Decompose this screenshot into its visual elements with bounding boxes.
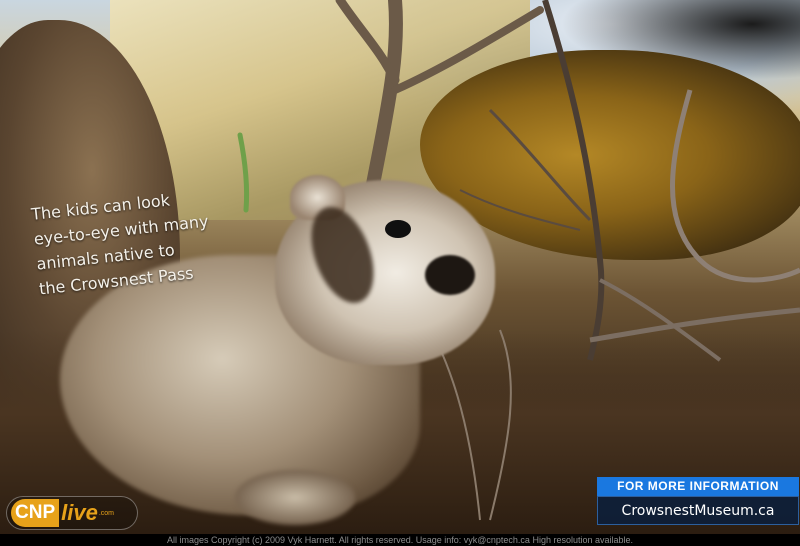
logo-cnp: CNP	[11, 499, 60, 527]
more-info-box: FOR MORE INFORMATION CrowsnestMuseum.ca	[597, 477, 799, 527]
more-info-header: FOR MORE INFORMATION	[597, 477, 799, 496]
badger-paw	[235, 470, 355, 525]
badger-nose	[425, 255, 475, 295]
diorama-photo: The kids can look eye-to-eye with many a…	[0, 0, 800, 534]
copyright-footer: All images Copyright (c) 2009 Vyk Harnet…	[0, 534, 800, 546]
logo-live: live	[61, 500, 98, 525]
photo-caption: The kids can look eye-to-eye with many a…	[30, 181, 239, 301]
badger-eye	[385, 220, 411, 238]
museum-website-link[interactable]: CrowsnestMuseum.ca	[597, 496, 799, 525]
cnplive-logo: CNP live .com	[6, 496, 138, 530]
logo-dotcom: .com	[98, 509, 114, 517]
